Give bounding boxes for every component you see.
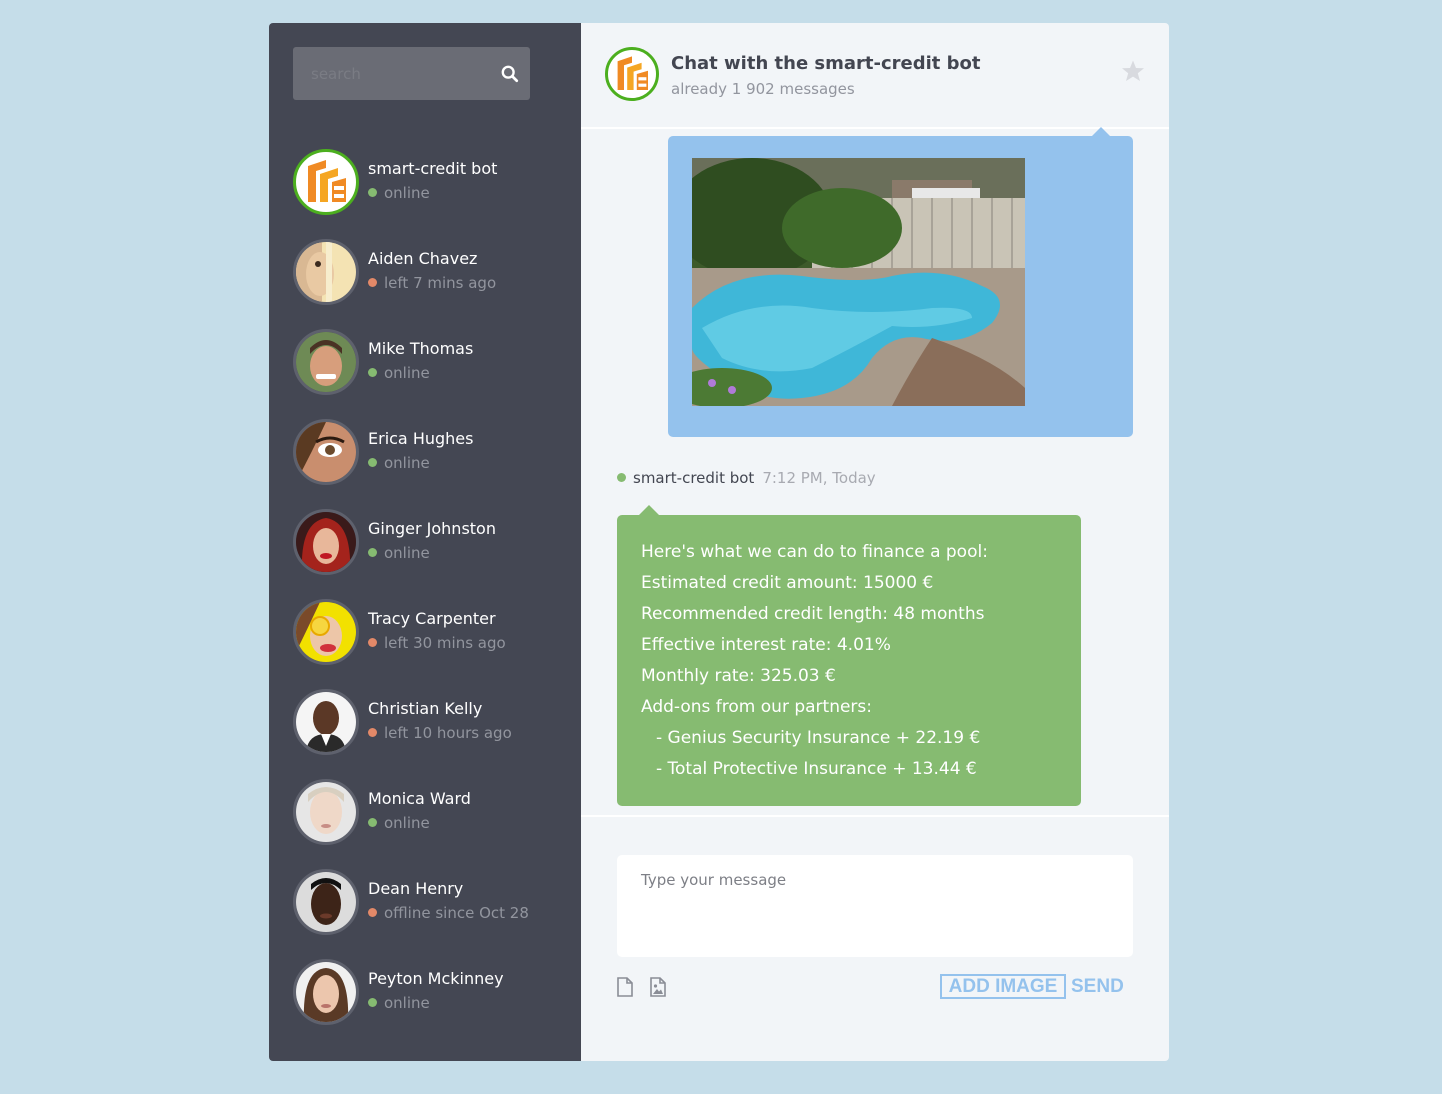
away-dot xyxy=(368,908,377,917)
contact-item[interactable]: Erica Hughes online xyxy=(293,419,563,509)
contact-item[interactable]: Christian Kelly left 10 hours ago xyxy=(293,689,563,779)
pool-image[interactable] xyxy=(692,158,1025,406)
message-input[interactable] xyxy=(617,855,1133,957)
contact-name: Erica Hughes xyxy=(368,429,474,448)
search-box xyxy=(293,47,530,100)
avatar xyxy=(293,689,359,755)
online-dot xyxy=(617,473,626,482)
contact-name: smart-credit bot xyxy=(368,159,498,178)
online-dot xyxy=(368,548,377,557)
contact-list: smart-credit bot online Aiden Chavez lef… xyxy=(293,149,563,1049)
message-time: 7:12 PM, Today xyxy=(762,469,876,487)
contact-status: left 10 hours ago xyxy=(368,724,512,742)
contact-item[interactable]: Mike Thomas online xyxy=(293,329,563,419)
online-dot xyxy=(368,188,377,197)
add-image-button[interactable]: ADD IMAGE xyxy=(940,974,1066,999)
contact-name: Aiden Chavez xyxy=(368,249,478,268)
away-dot xyxy=(368,638,377,647)
message-line: - Total Protective Insurance + 13.44 € xyxy=(656,759,977,779)
contact-status: offline since Oct 28 xyxy=(368,904,529,922)
online-dot xyxy=(368,998,377,1007)
contact-item[interactable]: Monica Ward online xyxy=(293,779,563,869)
file-icon[interactable] xyxy=(616,977,634,997)
online-dot xyxy=(368,818,377,827)
chat-panel: Chat with the smart-credit bot already 1… xyxy=(581,23,1169,1061)
contact-item[interactable]: Aiden Chavez left 7 mins ago xyxy=(293,239,563,329)
contact-item[interactable]: Tracy Carpenter left 30 mins ago xyxy=(293,599,563,689)
message-line: Monthly rate: 325.03 € xyxy=(641,666,836,686)
contact-status: online xyxy=(368,994,430,1012)
message-line: Here's what we can do to finance a pool: xyxy=(641,542,988,562)
contact-item[interactable]: smart-credit bot online xyxy=(293,149,563,239)
online-dot xyxy=(368,458,377,467)
search-input[interactable] xyxy=(293,47,493,100)
message-line: - Genius Security Insurance + 22.19 € xyxy=(656,728,981,748)
contact-status: left 7 mins ago xyxy=(368,274,496,292)
away-dot xyxy=(368,278,377,287)
contact-status: left 30 mins ago xyxy=(368,634,506,652)
send-button[interactable]: SEND xyxy=(1071,974,1131,999)
chat-history: smart-credit bot 7:12 PM, Today Here's wh… xyxy=(581,127,1169,817)
contact-name: Monica Ward xyxy=(368,789,471,808)
chat-title: Chat with the smart-credit bot xyxy=(671,53,981,74)
contact-name: Dean Henry xyxy=(368,879,464,898)
search-icon[interactable] xyxy=(501,65,519,83)
avatar xyxy=(293,779,359,845)
message-count: already 1 902 messages xyxy=(671,80,855,98)
contact-name: Ginger Johnston xyxy=(368,519,496,538)
chat-app: smart-credit bot online Aiden Chavez lef… xyxy=(269,23,1169,1061)
contact-name: Peyton Mckinney xyxy=(368,969,504,988)
contact-status: online xyxy=(368,814,430,832)
avatar xyxy=(293,959,359,1025)
contacts-sidebar: smart-credit bot online Aiden Chavez lef… xyxy=(269,23,581,1061)
away-dot xyxy=(368,728,377,737)
image-file-icon[interactable] xyxy=(649,977,667,997)
bot-logo-avatar xyxy=(293,149,359,215)
message-line: Add-ons from our partners: xyxy=(641,697,873,717)
chat-header: Chat with the smart-credit bot already 1… xyxy=(581,23,1169,129)
star-icon[interactable] xyxy=(1121,59,1145,83)
contact-status: online xyxy=(368,544,430,562)
online-dot xyxy=(368,368,377,377)
bot-message-bubble: Here's what we can do to finance a pool:… xyxy=(617,505,1081,806)
contact-item[interactable]: Ginger Johnston online xyxy=(293,509,563,599)
message-line: Recommended credit length: 48 months xyxy=(641,604,985,624)
contact-status: online xyxy=(368,364,430,382)
avatar xyxy=(293,869,359,935)
contact-status: online xyxy=(368,184,430,202)
avatar xyxy=(293,329,359,395)
message-line: Estimated credit amount: 15000 € xyxy=(641,573,934,593)
avatar xyxy=(293,599,359,665)
contact-name: Tracy Carpenter xyxy=(368,609,496,628)
contact-name: Mike Thomas xyxy=(368,339,474,358)
bot-logo-avatar xyxy=(605,47,659,101)
contact-item[interactable]: Dean Henry offline since Oct 28 xyxy=(293,869,563,959)
contact-item[interactable]: Peyton Mckinney online xyxy=(293,959,563,1049)
contact-status: online xyxy=(368,454,430,472)
message-sender: smart-credit bot xyxy=(633,469,755,487)
avatar xyxy=(293,509,359,575)
message-composer: ADD IMAGE SEND xyxy=(581,819,1169,1061)
message-meta: smart-credit bot 7:12 PM, Today xyxy=(617,469,876,487)
contact-name: Christian Kelly xyxy=(368,699,483,718)
avatar xyxy=(293,239,359,305)
message-line: Effective interest rate: 4.01% xyxy=(641,635,891,655)
avatar xyxy=(293,419,359,485)
image-message xyxy=(668,127,1133,437)
